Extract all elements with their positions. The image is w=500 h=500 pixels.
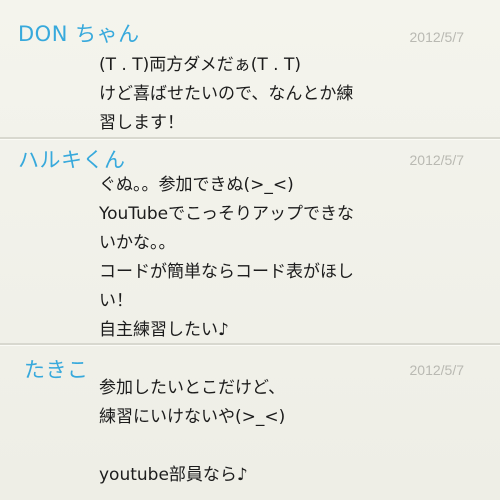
message-item[interactable]: たきこ 2012/5/7 参加したいとこだけど、 練習にいけないや(>_<) y… — [0, 346, 500, 500]
message-line: ぐぬ。。参加できぬ(>_<) — [99, 175, 294, 195]
message-thread: DON ちゃん 2012/5/7 (T . T)両方ダメだぁ(T . T) けど… — [0, 0, 500, 500]
message-line: い！ — [99, 291, 133, 311]
message-date: 2012/5/7 — [409, 29, 465, 45]
message-line: (T . T)両方ダメだぁ(T . T) — [99, 55, 301, 75]
message-line: 習します！ — [99, 113, 184, 133]
message-line: 参加したいとこだけど、 — [99, 378, 286, 398]
message-body: ぐぬ。。参加できぬ(>_<) YouTubeでこっそりアップできな いかな。。 … — [99, 171, 479, 345]
sender-name: ハルキくん — [18, 148, 126, 172]
message-body: (T . T)両方ダメだぁ(T . T) けど喜ばせたいので、なんとか練 習しま… — [99, 51, 479, 138]
message-date: 2012/5/7 — [409, 152, 465, 168]
message-line: 練習にいけないや(>_<) — [99, 407, 286, 427]
message-line: けど喜ばせたいので、なんとか練 — [99, 84, 354, 104]
sender-name: たきこ — [24, 358, 89, 382]
message-line: 自主練習したい♪ — [99, 320, 229, 340]
message-line — [99, 432, 479, 461]
message-item[interactable]: DON ちゃん 2012/5/7 (T . T)両方ダメだぁ(T . T) けど… — [0, 0, 500, 140]
sender-name: DON ちゃん — [18, 22, 140, 46]
message-line: コードが簡単ならコード表がほし — [99, 262, 354, 282]
message-item[interactable]: ハルキくん 2012/5/7 ぐぬ。。参加できぬ(>_<) YouTubeでこっ… — [0, 140, 500, 346]
message-line: いかな。。 — [99, 233, 176, 253]
message-body: 参加したいとこだけど、 練習にいけないや(>_<) youtube部員なら♪ — [99, 374, 479, 490]
message-line: YouTubeでこっそりアップできな — [99, 204, 354, 224]
message-line: youtube部員なら♪ — [99, 465, 248, 485]
